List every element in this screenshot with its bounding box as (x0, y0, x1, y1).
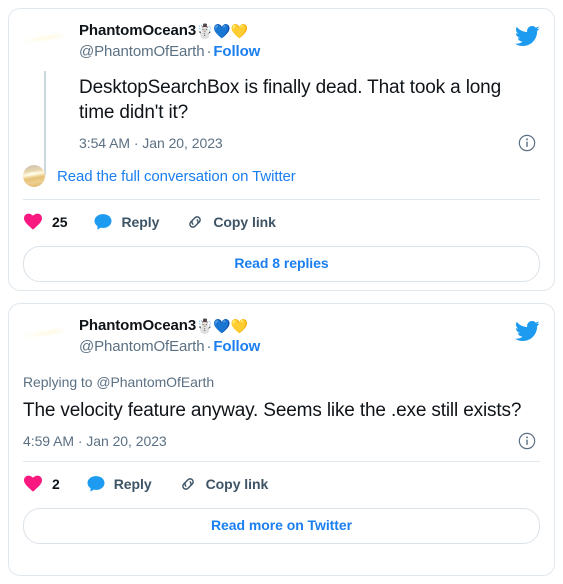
tweet-2-actions: 2 Reply Copy link (23, 474, 540, 494)
avatar[interactable] (23, 316, 67, 360)
read-replies-button[interactable]: Read 8 replies (23, 246, 540, 282)
tweet-card-2: PhantomOcean3 ☃️ 💙 💛 @PhantomOfEarth · Follow… (8, 303, 555, 576)
blue-heart-emoji: 💙 (213, 318, 231, 335)
reply-bubble-icon (86, 474, 106, 494)
tweet-2-author-block: PhantomOcean3 ☃️ 💙 💛 @PhantomOfEarth · Follow (79, 316, 260, 357)
like-button[interactable]: 25 (23, 212, 68, 232)
tweet-1-actions: 25 Reply Copy link (23, 212, 540, 232)
tweet-1-header: PhantomOcean3 ☃️ 💙 💛 @PhantomOfEarth · Follow (23, 21, 540, 65)
author-handle[interactable]: @PhantomOfEarth (79, 43, 205, 60)
conversation-link-row: Read the full conversation on Twitter (23, 165, 540, 187)
thread-connector-line (44, 71, 46, 175)
divider (23, 199, 540, 200)
tweet-card-1: PhantomOcean3 ☃️ 💙 💛 @PhantomOfEarth · Follow… (8, 8, 555, 291)
reply-bubble-icon (93, 212, 113, 232)
like-button[interactable]: 2 (23, 474, 60, 494)
tweet-1-body: DesktopSearchBox is finally dead. That t… (23, 75, 540, 152)
tweet-card-2-inner: PhantomOcean3 ☃️ 💙 💛 @PhantomOfEarth · Follow… (9, 304, 554, 575)
avatar[interactable] (23, 21, 67, 65)
like-count: 2 (52, 476, 60, 492)
display-name-emojis: ☃️ 💙 💛 (196, 319, 248, 333)
twitter-bird-icon[interactable] (514, 318, 540, 344)
tweet-card-1-inner: PhantomOcean3 ☃️ 💙 💛 @PhantomOfEarth · Follow… (9, 9, 554, 290)
tweet-1-meta-row: 3:54 AM · Jan 20, 2023 (79, 134, 536, 152)
follow-button[interactable]: Follow (213, 338, 260, 355)
replying-to-label: Replying to @PhantomOfEarth (23, 374, 215, 390)
info-circle-icon[interactable] (518, 432, 536, 450)
snowman-emoji: ☃️ (196, 318, 214, 335)
link-chain-icon (185, 212, 205, 232)
read-full-conversation-link[interactable]: Read the full conversation on Twitter (57, 168, 296, 185)
twitter-bird-icon[interactable] (514, 23, 540, 49)
divider (23, 461, 540, 462)
follow-button[interactable]: Follow (213, 43, 260, 60)
embedded-tweets-page: PhantomOcean3 ☃️ 💙 💛 @PhantomOfEarth · Follow… (0, 0, 563, 584)
heart-icon (23, 474, 43, 494)
display-name-text: PhantomOcean3 (79, 22, 197, 39)
like-count: 25 (52, 214, 68, 230)
handle-row: @PhantomOfEarth · Follow (79, 43, 260, 62)
display-name[interactable]: PhantomOcean3 ☃️ 💙 💛 (79, 317, 260, 336)
read-more-button[interactable]: Read more on Twitter (23, 508, 540, 544)
tweet-text: DesktopSearchBox is finally dead. That t… (79, 77, 502, 123)
display-name-text: PhantomOcean3 (79, 317, 197, 334)
yellow-heart-emoji: 💛 (230, 318, 249, 335)
reply-button[interactable]: Reply (93, 212, 159, 232)
yellow-heart-emoji: 💛 (230, 23, 249, 40)
tweet-2-meta-row: 4:59 AM · Jan 20, 2023 (23, 432, 536, 450)
reply-button[interactable]: Reply (86, 474, 152, 494)
copy-link-button[interactable]: Copy link (178, 474, 269, 494)
timestamp: 3:54 AM · Jan 20, 2023 (79, 135, 223, 151)
reply-label: Reply (121, 214, 160, 230)
copy-link-label: Copy link (213, 214, 276, 230)
heart-icon (23, 212, 43, 232)
tweet-text: The velocity feature anyway. Seems like … (23, 400, 522, 421)
info-circle-icon[interactable] (518, 134, 536, 152)
copy-link-button[interactable]: Copy link (185, 212, 276, 232)
tweet-2-body: Replying to @PhantomOfEarth The velocity… (23, 374, 540, 450)
link-chain-icon (178, 474, 198, 494)
tweet-1-author-block: PhantomOcean3 ☃️ 💙 💛 @PhantomOfEarth · Follow (79, 21, 260, 62)
timestamp: 4:59 AM · Jan 20, 2023 (23, 433, 167, 449)
reply-label: Reply (113, 476, 152, 492)
display-name[interactable]: PhantomOcean3 ☃️ 💙 💛 (79, 22, 260, 41)
author-handle[interactable]: @PhantomOfEarth (79, 338, 205, 355)
avatar-small[interactable] (23, 165, 45, 187)
snowman-emoji: ☃️ (196, 23, 214, 40)
handle-row: @PhantomOfEarth · Follow (79, 338, 260, 357)
blue-heart-emoji: 💙 (213, 23, 231, 40)
display-name-emojis: ☃️ 💙 💛 (196, 24, 248, 38)
copy-link-label: Copy link (205, 476, 269, 492)
tweet-2-header: PhantomOcean3 ☃️ 💙 💛 @PhantomOfEarth · Follow (23, 316, 540, 360)
